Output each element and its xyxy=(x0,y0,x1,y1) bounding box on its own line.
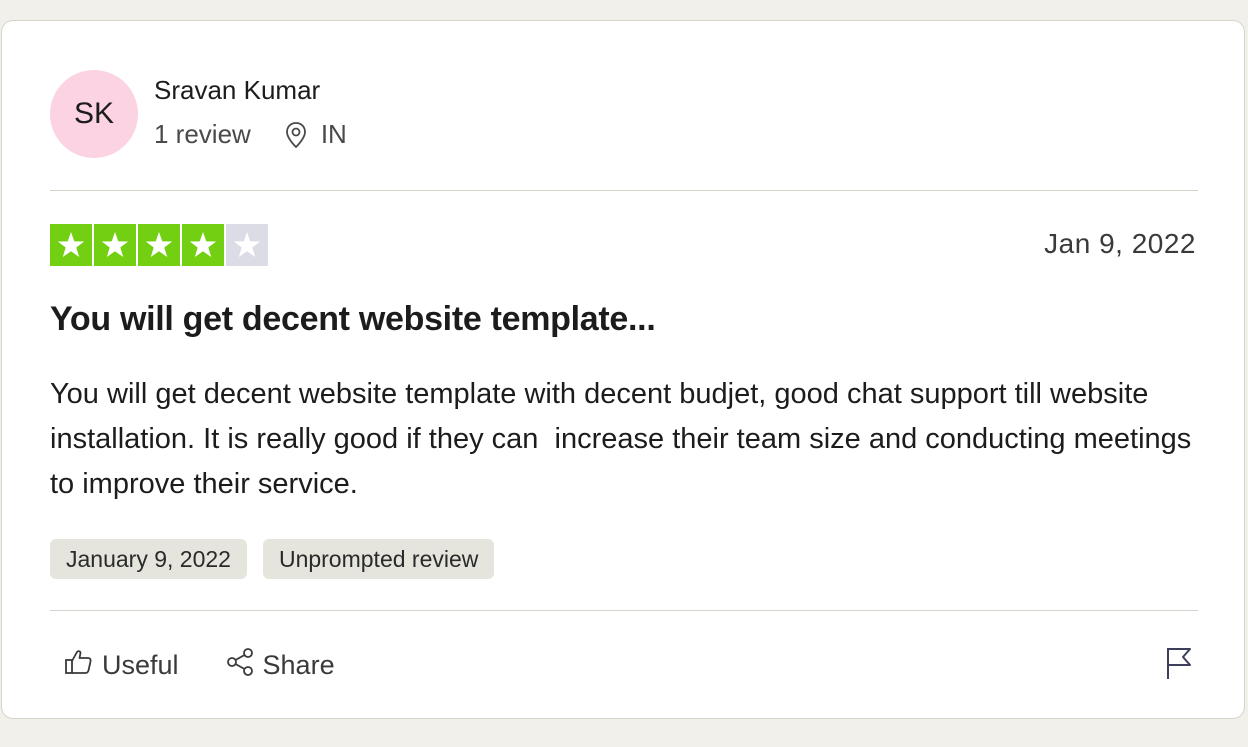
report-button[interactable] xyxy=(1162,647,1196,683)
reviewer-meta: 1 review IN xyxy=(154,119,347,150)
star-filled-icon xyxy=(182,224,224,266)
useful-label: Useful xyxy=(102,650,179,680)
header-divider xyxy=(50,190,1198,191)
share-label: Share xyxy=(262,650,335,680)
star-filled-icon xyxy=(138,224,180,266)
useful-button[interactable]: Useful xyxy=(64,648,179,683)
avatar-initials: SK xyxy=(73,97,115,130)
flag-icon xyxy=(1164,646,1194,685)
unprompted-review-tag[interactable]: Unprompted review xyxy=(262,539,495,579)
review-date: Jan 9, 2022 xyxy=(1044,228,1196,259)
star-rating xyxy=(50,224,268,266)
review-card: SK Sravan Kumar 1 review IN Jan 9, 2022 … xyxy=(1,20,1245,719)
location-pin-icon xyxy=(283,121,309,149)
share-icon xyxy=(225,647,255,684)
review-body: You will get decent website template wit… xyxy=(50,378,1200,500)
review-title[interactable]: You will get decent website template... xyxy=(50,300,656,339)
avatar[interactable]: SK xyxy=(50,70,138,158)
reviewer-name[interactable]: Sravan Kumar xyxy=(154,75,320,106)
thumbs-up-icon xyxy=(64,648,94,683)
review-count: 1 review xyxy=(154,119,251,149)
star-empty-icon xyxy=(226,224,268,266)
review-actions: Useful Share xyxy=(64,647,335,684)
star-filled-icon xyxy=(94,224,136,266)
date-experience-tag: January 9, 2022 xyxy=(50,539,247,579)
review-tags: January 9, 2022 Unprompted review xyxy=(50,539,495,579)
reviewer-country: IN xyxy=(320,119,347,149)
footer-divider xyxy=(50,610,1198,611)
star-filled-icon xyxy=(50,224,92,266)
share-button[interactable]: Share xyxy=(225,647,335,684)
